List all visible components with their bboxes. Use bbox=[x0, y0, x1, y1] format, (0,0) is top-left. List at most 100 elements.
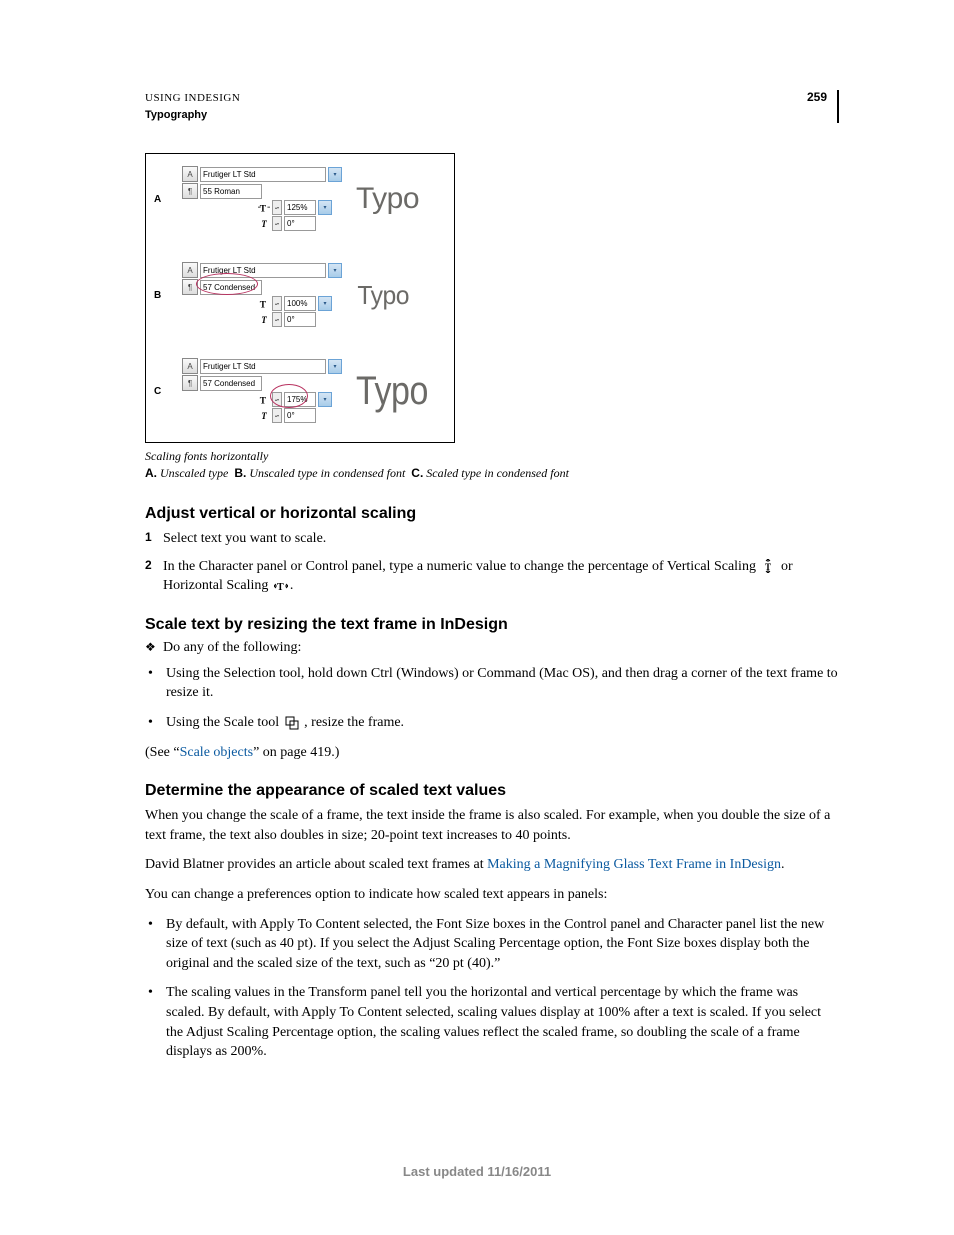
dropdown-icon: ▾ bbox=[318, 296, 332, 311]
bullet-list: By default, with Apply To Content select… bbox=[145, 915, 839, 1062]
sample-text: Typo bbox=[356, 182, 419, 216]
doc-title: USING INDESIGN bbox=[145, 90, 240, 107]
horiz-scale-field: 100% bbox=[284, 296, 316, 311]
dropdown-icon: ▾ bbox=[328, 167, 342, 182]
svg-text:T: T bbox=[765, 562, 771, 572]
para-tab-icon: ¶ bbox=[182, 375, 198, 391]
horiz-scale-icon: T bbox=[258, 298, 270, 310]
page: USING INDESIGN Typography 259 A A Frutig… bbox=[0, 0, 954, 1235]
step-number: 1 bbox=[145, 529, 163, 549]
section-name: Typography bbox=[145, 107, 240, 124]
dropdown-icon: ▾ bbox=[328, 359, 342, 374]
link-magnifying-glass-article[interactable]: Making a Magnifying Glass Text Frame in … bbox=[487, 857, 781, 872]
diamond-bullet-icon: ❖ bbox=[145, 640, 163, 656]
see-line: (See “Scale objects” on page 419.) bbox=[145, 743, 839, 763]
svg-text:T: T bbox=[277, 582, 284, 593]
bullet-item: By default, with Apply To Content select… bbox=[145, 915, 839, 974]
step-text: Select text you want to scale. bbox=[163, 529, 326, 549]
skew-icon: T bbox=[258, 218, 270, 230]
bullet-item: Using the Selection tool, hold down Ctrl… bbox=[145, 664, 839, 703]
step-item: 1 Select text you want to scale. bbox=[145, 529, 839, 549]
bullet-text: By default, with Apply To Content select… bbox=[166, 915, 839, 974]
legend-c-label: C. bbox=[411, 466, 423, 480]
page-header: USING INDESIGN Typography 259 bbox=[145, 90, 839, 123]
character-panel: A Frutiger LT Std ▾ ¶ 57 Condensed T ▴▾ … bbox=[182, 358, 342, 424]
horiz-scale-field: 125% bbox=[284, 200, 316, 215]
bullet-text: The scaling values in the Transform pane… bbox=[166, 983, 839, 1061]
bullet-list: Using the Selection tool, hold down Ctrl… bbox=[145, 664, 839, 733]
font-family-field: Frutiger LT Std bbox=[200, 263, 326, 278]
vertical-scale-icon: T bbox=[761, 559, 775, 573]
spinner-icon: ▴▾ bbox=[272, 408, 282, 423]
sample-text: Typo bbox=[357, 280, 409, 311]
page-number: 259 bbox=[807, 90, 827, 104]
sample-text: Typo bbox=[356, 369, 428, 414]
svg-text:T: T bbox=[260, 300, 267, 310]
page-footer: Last updated 11/16/2011 bbox=[0, 1164, 954, 1179]
intro-text: Do any of the following: bbox=[163, 640, 301, 656]
row-label: B bbox=[154, 290, 166, 301]
char-tab-icon: A bbox=[182, 166, 198, 182]
step-number: 2 bbox=[145, 557, 163, 596]
font-family-field: Frutiger LT Std bbox=[200, 167, 326, 182]
char-tab-icon: A bbox=[182, 358, 198, 374]
skew-icon: T bbox=[258, 410, 270, 422]
bullet-text: Using the Selection tool, hold down Ctrl… bbox=[166, 664, 839, 703]
row-label: C bbox=[154, 386, 166, 397]
horiz-scale-field: 175% bbox=[284, 392, 316, 407]
figure-scaling-fonts: A A Frutiger LT Std ▾ ¶ 55 Roman T ▴▾ 12… bbox=[145, 153, 455, 443]
paragraph: You can change a preferences option to i… bbox=[145, 885, 839, 905]
para-tab-icon: ¶ bbox=[182, 183, 198, 199]
font-style-field: 57 Condensed bbox=[200, 280, 262, 295]
figure-row-b: B A Frutiger LT Std ▾ ¶ 57 Condensed T ▴… bbox=[154, 260, 446, 330]
step-text: In the Character panel or Control panel,… bbox=[163, 557, 839, 596]
spinner-icon: ▴▾ bbox=[272, 216, 282, 231]
figure-legend: A. Unscaled type B. Unscaled type in con… bbox=[145, 466, 839, 481]
spinner-icon: ▴▾ bbox=[272, 200, 282, 215]
dropdown-icon: ▾ bbox=[328, 263, 342, 278]
character-panel: A Frutiger LT Std ▾ ¶ 55 Roman T ▴▾ 125%… bbox=[182, 166, 342, 232]
heading-scale-text-frame: Scale text by resizing the text frame in… bbox=[145, 616, 839, 634]
header-left: USING INDESIGN Typography bbox=[145, 90, 240, 123]
legend-a-label: A. bbox=[145, 466, 157, 480]
skew-field: 0° bbox=[284, 312, 316, 327]
legend-a-text: Unscaled type bbox=[160, 466, 228, 480]
steps-list: 1 Select text you want to scale. 2 In th… bbox=[145, 529, 839, 596]
svg-text:T: T bbox=[260, 204, 267, 214]
legend-b-text: Unscaled type in condensed font bbox=[249, 466, 405, 480]
link-scale-objects[interactable]: Scale objects bbox=[180, 745, 253, 760]
step-item: 2 In the Character panel or Control pane… bbox=[145, 557, 839, 596]
spinner-icon: ▴▾ bbox=[272, 312, 282, 327]
heading-adjust-scaling: Adjust vertical or horizontal scaling bbox=[145, 505, 839, 523]
character-panel: A Frutiger LT Std ▾ ¶ 57 Condensed T ▴▾ … bbox=[182, 262, 342, 328]
row-label: A bbox=[154, 194, 166, 205]
intro-line: ❖ Do any of the following: bbox=[145, 640, 839, 656]
dropdown-icon: ▾ bbox=[318, 200, 332, 215]
bullet-item: Using the Scale tool , resize the frame. bbox=[145, 713, 839, 733]
bullet-text: Using the Scale tool , resize the frame. bbox=[166, 713, 404, 733]
font-style-field: 55 Roman bbox=[200, 184, 262, 199]
paragraph: When you change the scale of a frame, th… bbox=[145, 806, 839, 845]
heading-determine-appearance: Determine the appearance of scaled text … bbox=[145, 782, 839, 800]
char-tab-icon: A bbox=[182, 262, 198, 278]
legend-b-label: B. bbox=[234, 466, 246, 480]
spinner-icon: ▴▾ bbox=[272, 296, 282, 311]
dropdown-icon: ▾ bbox=[318, 392, 332, 407]
font-style-field: 57 Condensed bbox=[200, 376, 262, 391]
skew-icon: T bbox=[258, 314, 270, 326]
paragraph: David Blatner provides an article about … bbox=[145, 855, 839, 875]
horizontal-scale-icon: T bbox=[274, 579, 288, 593]
legend-c-text: Scaled type in condensed font bbox=[426, 466, 569, 480]
bullet-item: The scaling values in the Transform pane… bbox=[145, 983, 839, 1061]
spinner-icon: ▴▾ bbox=[272, 392, 282, 407]
horiz-scale-icon: T bbox=[258, 394, 270, 406]
scale-tool-icon bbox=[285, 716, 299, 730]
figure-row-a: A A Frutiger LT Std ▾ ¶ 55 Roman T ▴▾ 12… bbox=[154, 164, 446, 234]
svg-text:T: T bbox=[260, 396, 267, 406]
horiz-scale-icon: T bbox=[258, 202, 270, 214]
skew-field: 0° bbox=[284, 216, 316, 231]
figure-caption: Scaling fonts horizontally bbox=[145, 449, 839, 464]
figure-row-c: C A Frutiger LT Std ▾ ¶ 57 Condensed T ▴… bbox=[154, 356, 446, 426]
font-family-field: Frutiger LT Std bbox=[200, 359, 326, 374]
para-tab-icon: ¶ bbox=[182, 279, 198, 295]
